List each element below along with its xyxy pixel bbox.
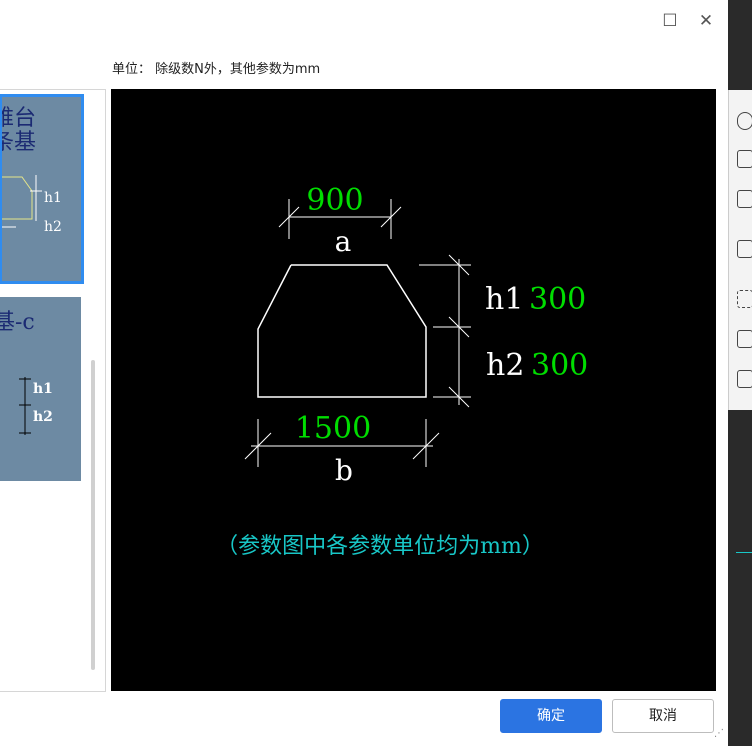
- parameter-diagram: 900 a h1 300 h2 300 1500 b （参数图中各参数单位均为m…: [111, 89, 716, 691]
- tool-view-icon[interactable]: [737, 330, 752, 348]
- bottom-width-name: b: [335, 454, 353, 487]
- background-line: [736, 552, 752, 553]
- top-width-name: a: [335, 225, 352, 258]
- h2-value: 300: [531, 348, 588, 383]
- unit-note-diagram: （参数图中各参数单位均为mm）: [216, 534, 544, 559]
- h1-name: h1: [485, 282, 523, 317]
- h1-value: 300: [529, 282, 586, 317]
- maximize-button[interactable]: ☐: [659, 10, 681, 32]
- template-thumbnail-selected[interactable]: 锥台 条基 h1 h2: [0, 94, 84, 284]
- thumbnail-title-2: 条基: [2, 130, 37, 155]
- unit-note: 单位： 除级数N外，其他参数为mm: [112, 62, 321, 77]
- list-scrollbar[interactable]: [91, 360, 95, 670]
- close-button[interactable]: ✕: [695, 10, 717, 32]
- diagram-svg: 900 a h1 300 h2 300 1500 b （参数图中各参数单位均为m…: [216, 183, 588, 559]
- height-dimension: [419, 254, 471, 408]
- thumbnail-sketch: [2, 175, 42, 228]
- template-list: 锥台 条基 h1 h2 基-c h1 h2: [0, 89, 106, 692]
- thumbnail-label-h1: h1: [44, 190, 62, 206]
- tool-3d-icon[interactable]: [737, 150, 752, 168]
- thumbnail-title: 基-c: [0, 310, 35, 335]
- confirm-button[interactable]: 确定: [500, 699, 602, 733]
- thumbnail2-label-h2: h2: [33, 409, 53, 425]
- bottom-width-value: 1500: [295, 411, 371, 446]
- background-toolbar: [728, 90, 752, 410]
- thumbnail-title-1: 锥台: [2, 106, 37, 131]
- tool-box-icon[interactable]: [737, 190, 752, 208]
- cancel-button[interactable]: 取消: [612, 699, 714, 733]
- thumbnail-label-h2: h2: [44, 219, 62, 235]
- parameter-dialog: ☐ ✕ 单位： 除级数N外，其他参数为mm 锥台 条基 h1 h2 基-c h1: [0, 0, 728, 746]
- tool-select-icon[interactable]: [737, 290, 752, 308]
- top-width-value: 900: [306, 183, 363, 218]
- tool-list-icon[interactable]: [737, 370, 752, 388]
- template-thumbnail[interactable]: 基-c h1 h2: [0, 297, 81, 481]
- resize-grip-icon[interactable]: ⋰: [714, 728, 724, 739]
- tool-cube-icon[interactable]: [737, 240, 752, 258]
- thumbnail2-label-h1: h1: [33, 381, 53, 397]
- foundation-outline: [257, 264, 427, 398]
- h2-name: h2: [486, 348, 524, 383]
- tool-shape-icon[interactable]: [737, 112, 752, 130]
